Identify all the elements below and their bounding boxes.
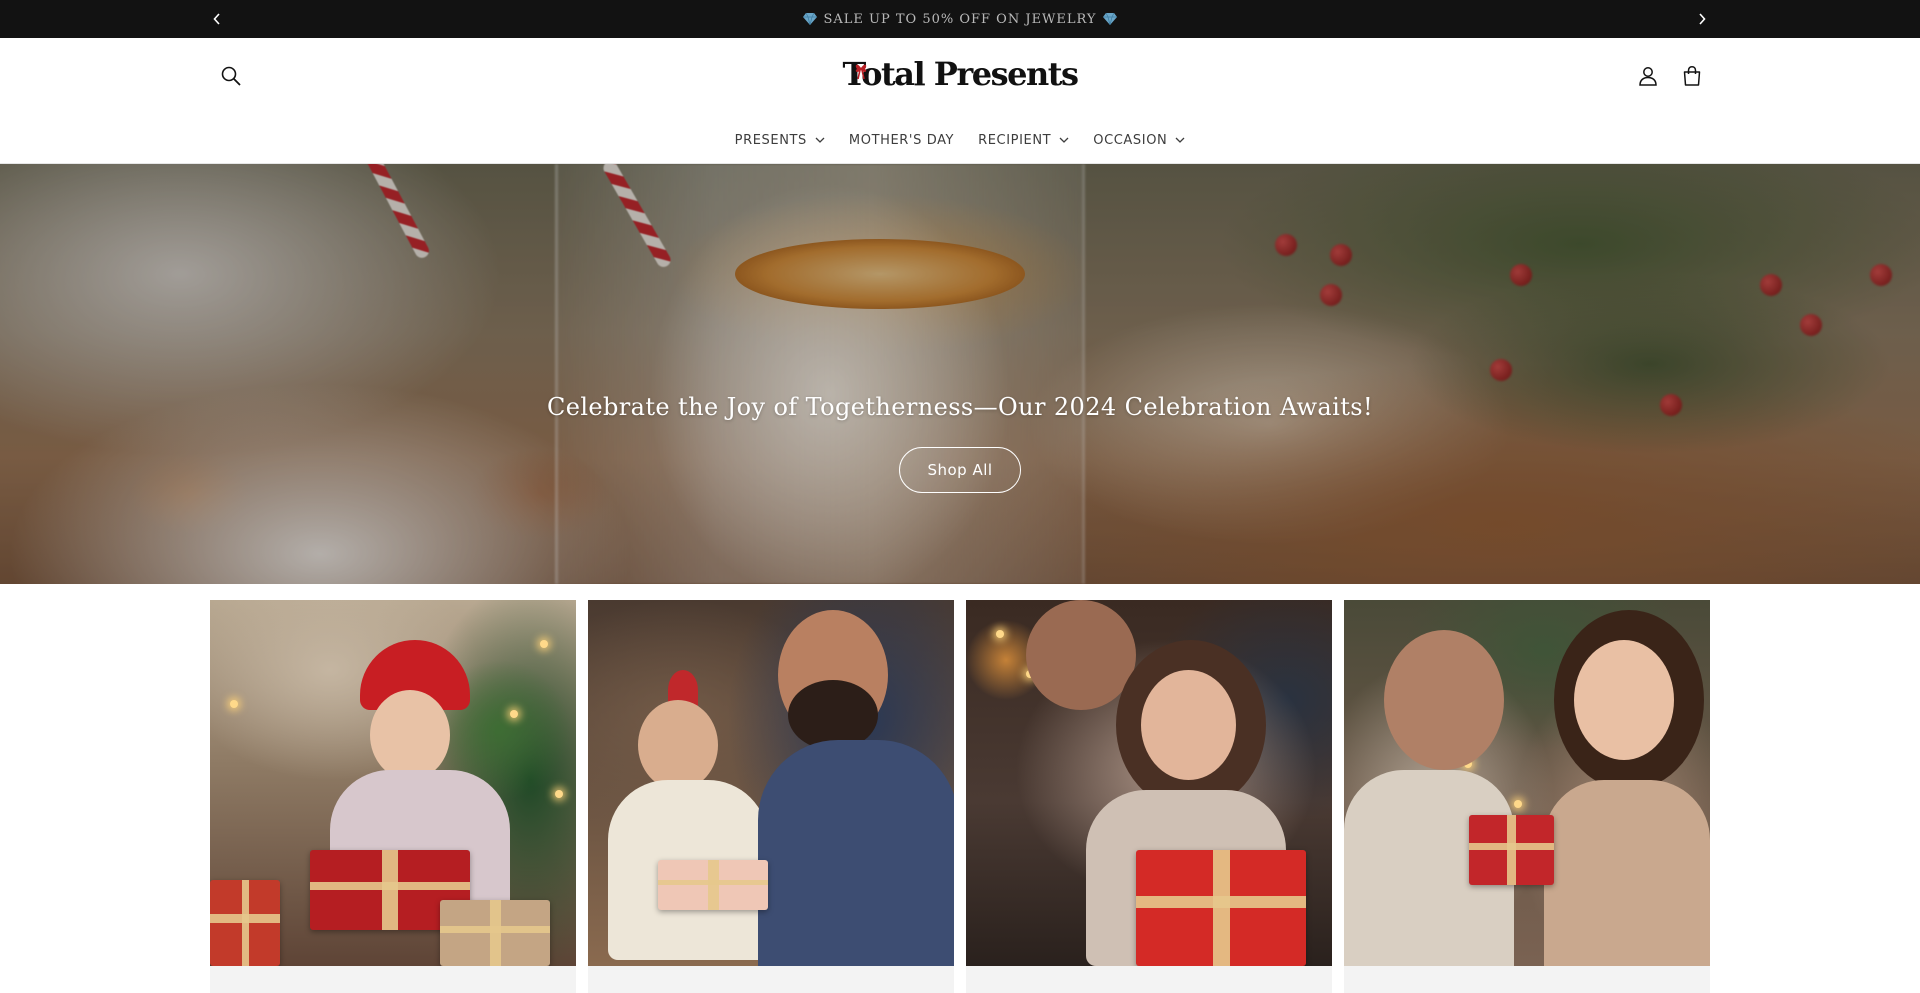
tree-light [510, 710, 518, 718]
nav-item-presents[interactable]: PRESENTS [723, 133, 837, 148]
woman-face [1574, 640, 1674, 760]
nav-item-label: OCCASION [1093, 132, 1168, 148]
bow-icon [855, 64, 867, 80]
announcement-message[interactable]: SALE UP TO 50% OFF ON JEWELRY [803, 11, 1117, 27]
search-icon [221, 66, 241, 86]
announcement-text: SALE UP TO 50% OFF ON JEWELRY [823, 11, 1097, 27]
chevron-down-icon [1059, 137, 1069, 143]
face [370, 690, 450, 780]
collection-card[interactable] [588, 600, 954, 993]
main-navigation: PRESENTS MOTHER'S DAY RECIPIENT OCCASION [0, 124, 1920, 156]
account-icon [1639, 67, 1657, 86]
collection-card[interactable] [1344, 600, 1710, 993]
collection-card[interactable] [210, 600, 576, 993]
hero-banner: Celebrate the Joy of Togetherness—Our 20… [0, 164, 1920, 584]
chevron-right-icon [1699, 13, 1706, 25]
man-head [1384, 630, 1504, 770]
hero-heading: Celebrate the Joy of Togetherness—Our 20… [546, 393, 1374, 421]
site-logo[interactable]: Total Presents [843, 52, 1080, 96]
announcement-next-button[interactable] [1692, 9, 1712, 29]
card-image [1344, 600, 1710, 966]
hero-overlay [0, 164, 1920, 584]
child-face [638, 700, 718, 790]
diamond-icon [1102, 13, 1117, 25]
gift-box [1136, 850, 1306, 966]
chevron-down-icon [1175, 137, 1185, 143]
tree-light [540, 640, 548, 648]
search-button[interactable] [217, 62, 245, 90]
site-header: Total Presents PRESENTS MOTHER'S DAY REC… [0, 38, 1920, 164]
logo-text: Total Presents [842, 55, 1080, 93]
nav-item-label: MOTHER'S DAY [848, 132, 955, 148]
bokeh-light [1514, 800, 1522, 808]
account-button[interactable] [1634, 62, 1662, 90]
card-image [588, 600, 954, 966]
woman-sweater [1544, 780, 1710, 966]
diamond-icon [803, 13, 818, 25]
shop-all-button[interactable]: Shop All [899, 447, 1021, 493]
collection-card[interactable] [966, 600, 1332, 993]
gift-box [658, 860, 768, 910]
chevron-left-icon [213, 13, 220, 25]
bokeh-light [996, 630, 1004, 638]
nav-item-mothers-day[interactable]: MOTHER'S DAY [837, 133, 966, 148]
announcement-bar: SALE UP TO 50% OFF ON JEWELRY [0, 0, 1920, 38]
cart-icon [1683, 66, 1701, 86]
tree-light [230, 700, 238, 708]
nav-item-occasion[interactable]: OCCASION [1081, 133, 1197, 148]
gift-box [210, 880, 280, 966]
father-shirt [758, 740, 954, 966]
card-image [210, 600, 576, 966]
cart-button[interactable] [1678, 62, 1706, 90]
gift-box [440, 900, 550, 966]
card-image [966, 600, 1332, 966]
man-head [1026, 600, 1136, 710]
tree-light [555, 790, 563, 798]
woman-face [1141, 670, 1236, 780]
gift-box [1469, 815, 1554, 885]
announcement-prev-button[interactable] [207, 9, 227, 29]
chevron-down-icon [815, 137, 825, 143]
nav-item-label: RECIPIENT [978, 132, 1052, 148]
nav-item-label: PRESENTS [734, 132, 807, 148]
nav-item-recipient[interactable]: RECIPIENT [966, 133, 1081, 148]
